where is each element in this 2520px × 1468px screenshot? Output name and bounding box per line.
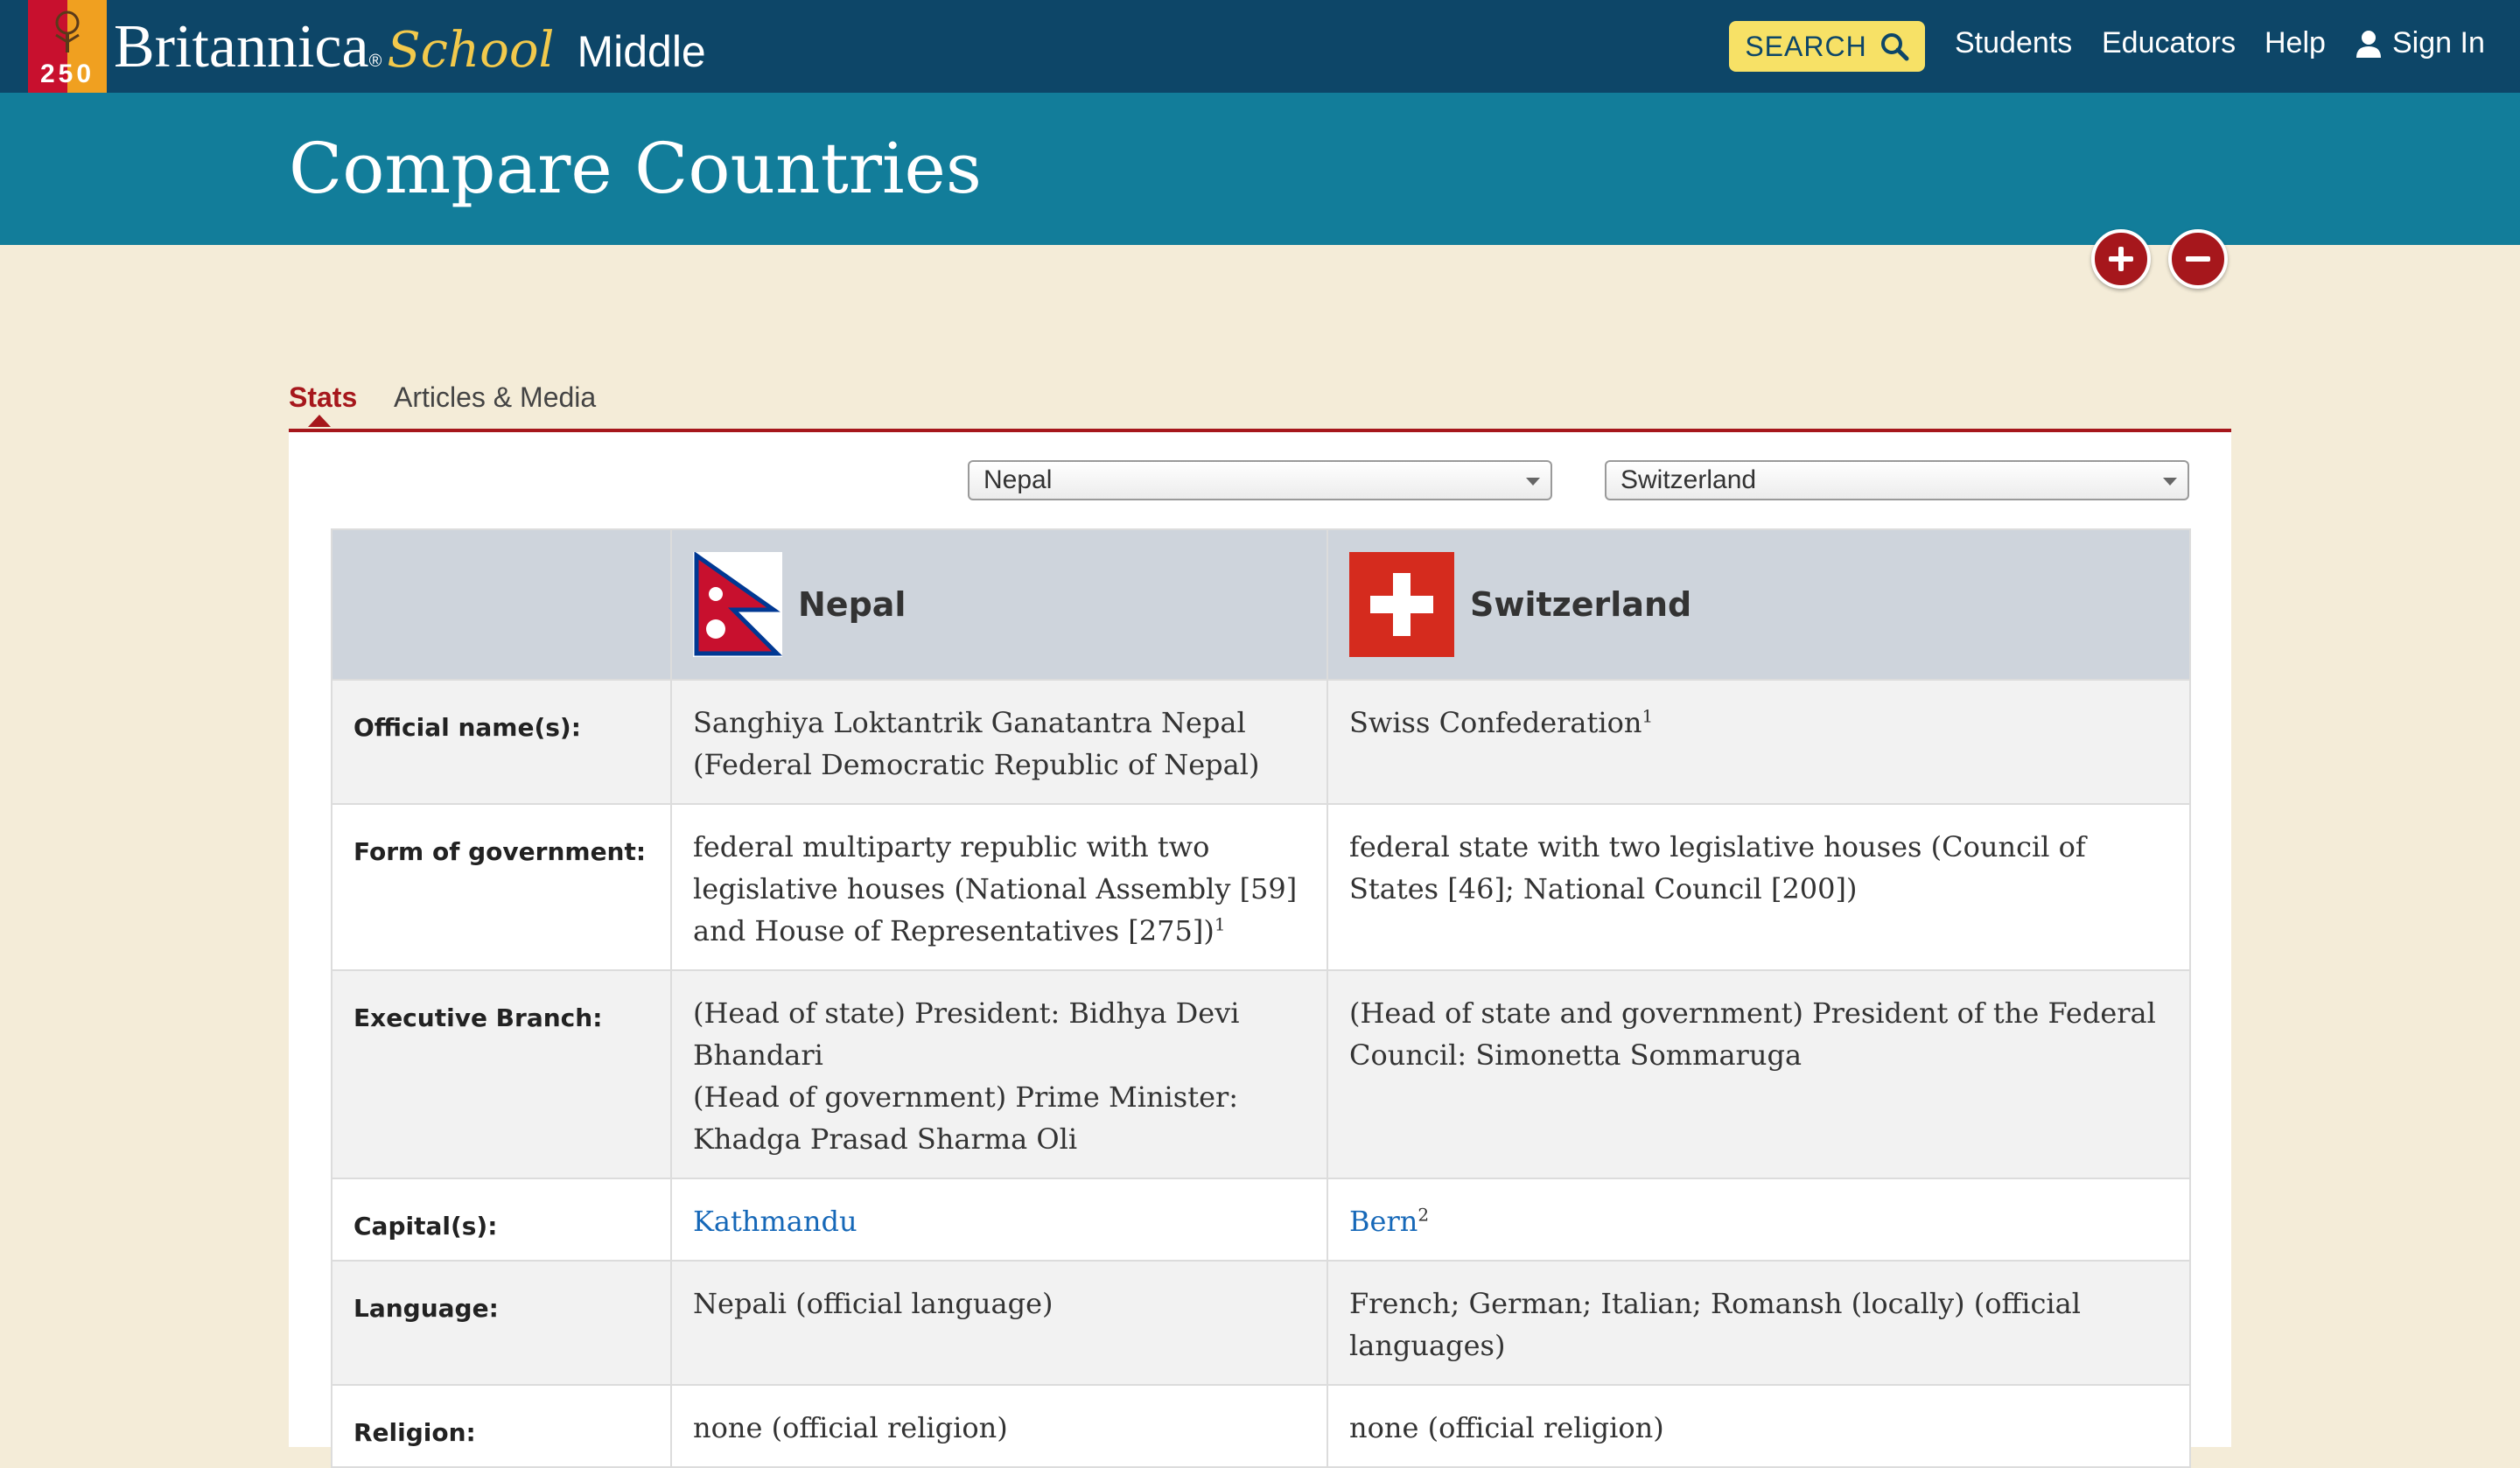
remove-country-button[interactable] (2168, 229, 2228, 289)
switzerland-value: (Head of state and government) President… (1326, 969, 2191, 1179)
tab-bar: Stats Articles & Media (289, 374, 2231, 432)
row-label: Capital(s): (331, 1178, 672, 1262)
search-button[interactable]: SEARCH (1729, 21, 1925, 72)
switzerland-flag-icon (1349, 552, 1454, 657)
header-empty-cell (331, 528, 672, 681)
country-select-left[interactable]: Nepal (968, 460, 1552, 500)
capital-link-bern[interactable]: Bern (1349, 1205, 1418, 1238)
country-select-right-value: Switzerland (1620, 465, 1757, 494)
footnote-marker[interactable]: 1 (1642, 705, 1653, 726)
row-label: Language: (331, 1260, 672, 1386)
header-cell-switzerland: Switzerland (1326, 528, 2191, 681)
search-label: SEARCH (1745, 30, 1867, 62)
top-navigation-bar: 250 Britannica ® School Middle SEARCH Stude… (0, 0, 2520, 93)
nepal-value: (Head of state) President: Bidhya Devi B… (670, 969, 1328, 1179)
thistle-logo-icon (55, 10, 80, 52)
britannica-250-logo[interactable]: 250 (28, 0, 107, 93)
sign-in-link[interactable]: Sign In (2356, 26, 2485, 60)
sign-in-label: Sign In (2392, 26, 2485, 59)
switzerland-value: none (official religion) (1326, 1384, 2191, 1468)
country-select-left-value: Nepal (984, 465, 1053, 494)
brand-main: Britannica (114, 13, 369, 80)
brand-school: School (387, 22, 555, 79)
nepal-value: Sanghiya Loktantrik Ganatantra Nepal (Fe… (670, 679, 1328, 805)
country-name-switzerland: Switzerland (1470, 585, 1692, 624)
table-row: Capital(s): Kathmandu Bern2 (331, 1178, 2191, 1262)
row-label: Executive Branch: (331, 969, 672, 1179)
table-header-row: Nepal Switzerland (331, 528, 2191, 681)
active-tab-indicator (308, 415, 331, 427)
country-select-right[interactable]: Switzerland (1605, 460, 2189, 500)
row-label: Official name(s): (331, 679, 672, 805)
table-row: Language: Nepali (official language) Fre… (331, 1260, 2191, 1386)
table-row: Religion: none (official religion) none … (331, 1384, 2191, 1468)
switzerland-value: Bern2 (1326, 1178, 2191, 1262)
user-icon (2356, 30, 2381, 58)
switzerland-value: French; German; Italian; Romansh (locall… (1326, 1260, 2191, 1386)
country-name-nepal: Nepal (798, 585, 906, 624)
nepal-value: none (official religion) (670, 1384, 1328, 1468)
tab-articles-media[interactable]: Articles & Media (394, 381, 596, 414)
comparison-table: Nepal Switzerland Official name(s): Sang… (331, 528, 2191, 1468)
switzerland-value: federal state with two legislative house… (1326, 803, 2191, 971)
footnote-marker[interactable]: 2 (1418, 1204, 1429, 1225)
chevron-down-icon (2163, 478, 2177, 486)
table-row: Executive Branch: (Head of state) Presid… (331, 969, 2191, 1179)
nav-students-link[interactable]: Students (1955, 26, 2072, 60)
table-row: Official name(s): Sanghiya Loktantrik Ga… (331, 679, 2191, 805)
chevron-down-icon (1526, 478, 1540, 486)
row-label: Religion: (331, 1384, 672, 1468)
table-row: Form of government: federal multiparty r… (331, 803, 2191, 971)
switzerland-value: Swiss Confederation1 (1326, 679, 2191, 805)
add-country-button[interactable] (2091, 229, 2151, 289)
brand-wordmark[interactable]: Britannica ® School Middle (114, 12, 706, 82)
search-icon (1880, 33, 1909, 61)
nepal-flag-icon (693, 552, 782, 657)
page-title: Compare Countries (289, 128, 982, 209)
brand-level: Middle (577, 27, 706, 76)
capital-link-kathmandu[interactable]: Kathmandu (693, 1205, 858, 1238)
footnote-marker[interactable]: 1 (1214, 913, 1226, 934)
nepal-value: Kathmandu (670, 1178, 1328, 1262)
nepal-value: federal multiparty republic with two leg… (670, 803, 1328, 971)
logo-number: 250 (39, 59, 95, 88)
nav-educators-link[interactable]: Educators (2102, 26, 2236, 60)
row-label: Form of government: (331, 803, 672, 971)
title-band: Compare Countries (0, 93, 2520, 245)
nav-help-link[interactable]: Help (2264, 26, 2326, 60)
brand-registered-mark: ® (368, 52, 382, 71)
nepal-value: Nepali (official language) (670, 1260, 1328, 1386)
tab-stats[interactable]: Stats (289, 381, 357, 414)
header-cell-nepal: Nepal (670, 528, 1328, 681)
